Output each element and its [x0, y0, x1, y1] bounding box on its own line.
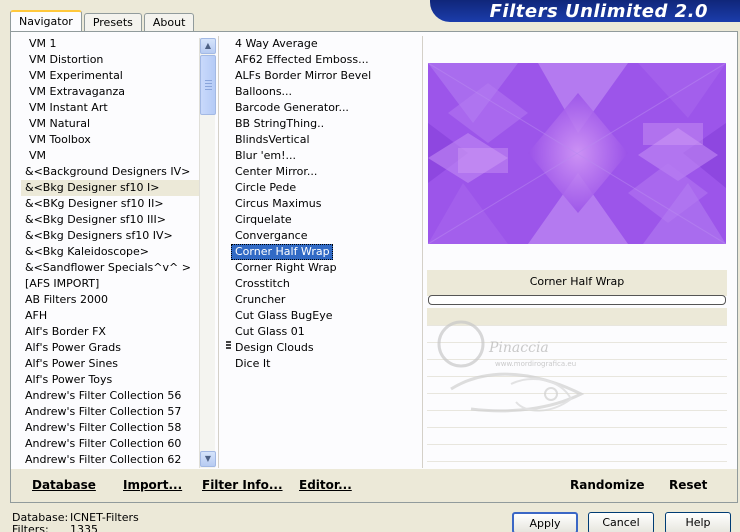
randomize-button[interactable]: Randomize — [570, 478, 644, 492]
tab-presets[interactable]: Presets — [83, 13, 142, 32]
filter-item[interactable]: Cirquelate — [231, 212, 292, 228]
help-button[interactable]: Help — [665, 512, 731, 532]
filter-item[interactable]: Crosstitch — [231, 276, 290, 292]
category-item[interactable]: VM — [21, 148, 206, 164]
category-item[interactable]: VM Extravaganza — [21, 84, 206, 100]
filter-item[interactable]: Circle Pede — [231, 180, 296, 196]
category-item[interactable]: &<BKg Designer sf10 II> — [21, 196, 206, 212]
scroll-thumb[interactable] — [200, 55, 216, 115]
category-item[interactable]: VM Experimental — [21, 68, 206, 84]
navigator-panel: VM 1 VM Distortion VM Experimental VM Extra… — [10, 31, 738, 503]
category-item[interactable]: VM Toolbox — [21, 132, 206, 148]
category-item[interactable]: &<Bkg Designer sf10 I> — [21, 180, 206, 196]
selected-filter-name: Corner Half Wrap — [427, 270, 727, 296]
category-scrollbar[interactable]: ▲ ▼ — [199, 38, 216, 468]
category-item[interactable]: Andrew's Filter Collection 58 — [21, 420, 206, 436]
divider — [218, 36, 219, 468]
category-item[interactable]: Alf's Power Sines — [21, 356, 206, 372]
filter-item[interactable]: Cut Glass 01 — [231, 324, 305, 340]
filter-preview-image — [428, 63, 726, 244]
filter-item[interactable]: Cut Glass BugEye — [231, 308, 332, 324]
tab-navigator[interactable]: Navigator — [10, 10, 82, 32]
category-item[interactable]: Andrew's Filter Collection 60 — [21, 436, 206, 452]
scroll-up-button[interactable]: ▲ — [200, 38, 216, 54]
filter-item[interactable]: BlindsVertical — [231, 132, 310, 148]
category-item[interactable]: Andrew's Filter Collection 62 — [21, 452, 206, 468]
filters-count-value: 1335 — [70, 523, 98, 532]
apply-button[interactable]: Apply — [512, 512, 578, 532]
category-item[interactable]: &<Bkg Designer sf10 III> — [21, 212, 206, 228]
filter-list[interactable]: 4 Way Average AF62 Effected Emboss... ALFs… — [231, 36, 421, 468]
cancel-button[interactable]: Cancel — [588, 512, 654, 532]
import-button[interactable]: Import... — [123, 478, 182, 492]
title-banner: Filters Unlimited 2.0 — [430, 0, 740, 22]
collapse-marker-icon — [226, 341, 231, 351]
category-item[interactable]: Andrew's Filter Collection 56 — [21, 388, 206, 404]
filter-item[interactable]: AF62 Effected Emboss... — [231, 52, 369, 68]
category-item[interactable]: Alf's Power Toys — [21, 372, 206, 388]
filter-item[interactable]: Balloons... — [231, 84, 292, 100]
filter-item[interactable]: ALFs Border Mirror Bevel — [231, 68, 371, 84]
filter-item[interactable]: Circus Maximus — [231, 196, 321, 212]
progress-bar — [428, 295, 726, 305]
category-item[interactable]: &<Bkg Kaleidoscope> — [21, 244, 206, 260]
watermark-text: Pinaccia — [488, 340, 549, 356]
category-item[interactable]: &<Background Designers IV> — [21, 164, 206, 180]
category-item[interactable]: VM Instant Art — [21, 100, 206, 116]
filter-item[interactable]: Barcode Generator... — [231, 100, 349, 116]
category-item[interactable]: Andrew's Filter Collection 57 — [21, 404, 206, 420]
filter-item[interactable]: Design Clouds — [231, 340, 314, 356]
category-item[interactable]: VM 1 — [21, 36, 206, 52]
category-item[interactable]: Alf's Border FX — [21, 324, 206, 340]
category-item[interactable]: &<Sandflower Specials^v^ > — [21, 260, 206, 276]
editor-button[interactable]: Editor... — [299, 478, 352, 492]
category-item[interactable]: VM Natural — [21, 116, 206, 132]
filter-item[interactable]: BB StringThing.. — [231, 116, 324, 132]
status-area: Database: ICNET-Filters Filters: 1335 — [12, 512, 139, 532]
filter-info-button[interactable]: Filter Info... — [202, 478, 283, 492]
navigator-button-bar: Database Import... Filter Info... Editor… — [11, 469, 737, 502]
scroll-down-button[interactable]: ▼ — [200, 451, 216, 467]
filter-item[interactable]: Blur 'em!... — [231, 148, 296, 164]
tab-about[interactable]: About — [143, 13, 195, 32]
chevron-up-icon: ▲ — [204, 41, 212, 50]
database-button[interactable]: Database — [32, 478, 96, 492]
category-item[interactable]: VM Distortion — [21, 52, 206, 68]
filter-item[interactable]: Center Mirror... — [231, 164, 317, 180]
filter-item[interactable]: 4 Way Average — [231, 36, 318, 52]
tab-bar: Navigator Presets About — [10, 10, 196, 32]
category-item[interactable]: Alf's Power Grads — [21, 340, 206, 356]
filter-item[interactable]: Corner Right Wrap — [231, 260, 337, 276]
app-title: Filters Unlimited 2.0 — [489, 1, 708, 22]
watermark-logo: Pinaccia www.mordirografica.eu — [431, 314, 631, 444]
chevron-down-icon: ▼ — [204, 454, 212, 463]
filters-count-label: Filters: — [12, 523, 49, 532]
filter-item[interactable]: Corner Half Wrap — [231, 244, 333, 260]
category-item[interactable]: &<Bkg Designers sf10 IV> — [21, 228, 206, 244]
category-item[interactable]: AFH — [21, 308, 206, 324]
category-item[interactable]: AB Filters 2000 — [21, 292, 206, 308]
filter-item[interactable]: Cruncher — [231, 292, 285, 308]
filter-item[interactable]: Convergance — [231, 228, 308, 244]
reset-button[interactable]: Reset — [669, 478, 707, 492]
category-item[interactable]: [AFS IMPORT] — [21, 276, 206, 292]
category-list[interactable]: VM 1 VM Distortion VM Experimental VM Extra… — [21, 36, 206, 468]
divider — [422, 36, 423, 468]
filter-item[interactable]: Dice It — [231, 356, 270, 372]
watermark-subtext: www.mordirografica.eu — [495, 360, 576, 368]
